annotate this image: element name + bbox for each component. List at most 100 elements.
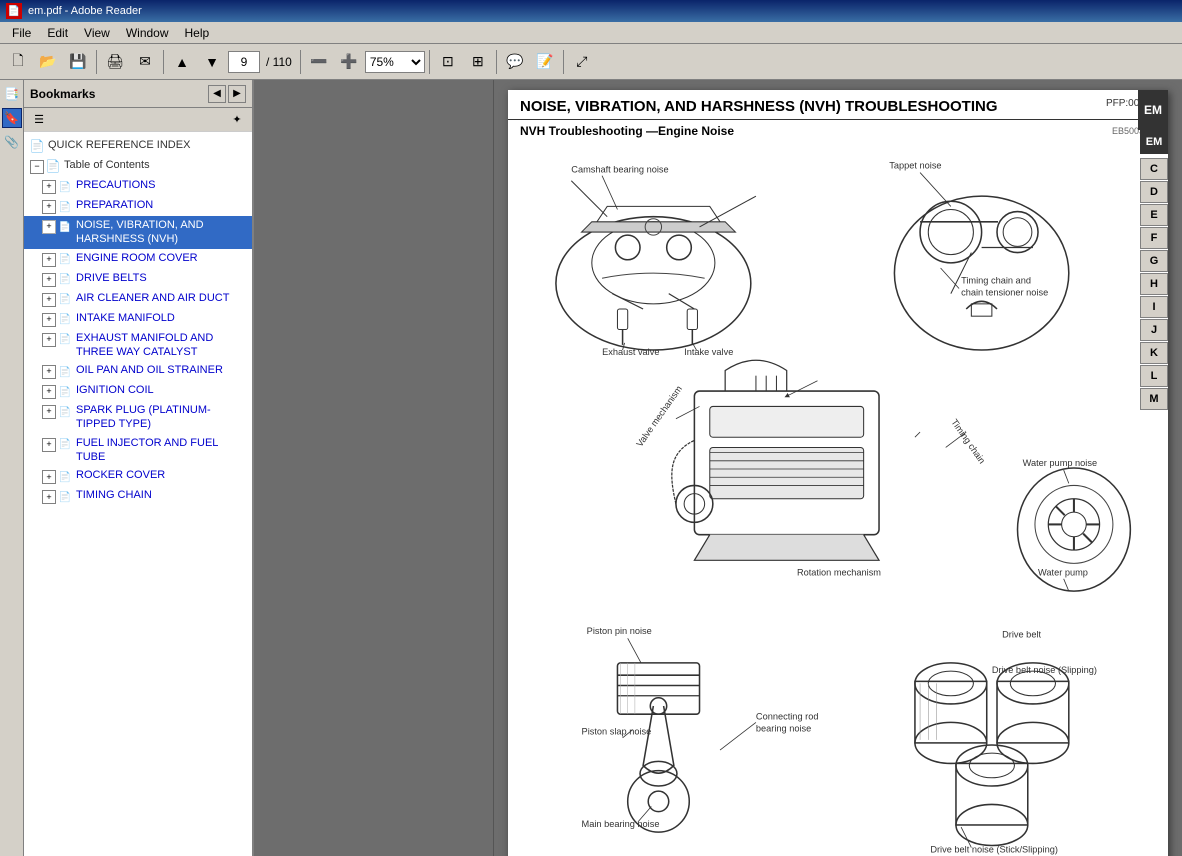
em-section-tab[interactable]: EM — [1138, 90, 1168, 130]
save-button[interactable]: 💾 — [64, 48, 92, 76]
timing-chain-diagram — [894, 196, 1068, 350]
bk-label-intake: INTAKE MANIFOLD — [76, 311, 175, 325]
bk-spark-plug[interactable]: + 📄 SPARK PLUG (PLATINUM-TIPPED TYPE) — [24, 401, 252, 434]
fit-width-button[interactable]: ⊞ — [464, 48, 492, 76]
doc-header: NOISE, VIBRATION, AND HARSHNESS (NVH) TR… — [508, 90, 1168, 120]
bk-expand-toc[interactable]: − — [30, 160, 44, 174]
bk-label-engine-room: ENGINE ROOM COVER — [76, 251, 198, 265]
bookmarks-toggle[interactable]: 📑 — [2, 84, 22, 104]
label-water-pump-noise: Water pump noise — [1023, 458, 1097, 468]
expand-panel-btn[interactable]: ◀ — [208, 85, 226, 103]
bk-icon-quick-ref: 📄 — [30, 140, 44, 154]
bk-expand-rocker-cover[interactable]: + — [42, 470, 56, 484]
zoom-out-button[interactable]: ➖ — [305, 48, 333, 76]
bk-drive-belts[interactable]: + 📄 DRIVE BELTS — [24, 269, 252, 289]
page-number-input[interactable]: 9 — [228, 51, 260, 73]
bk-icon-air-cleaner: 📄 — [58, 293, 72, 307]
bk-expand-air-cleaner[interactable]: + — [42, 293, 56, 307]
bk-expand-nvh[interactable]: + — [42, 220, 56, 234]
sep3 — [300, 50, 301, 74]
label-exhaust-valve: Exhaust valve — [602, 347, 659, 357]
bk-intake[interactable]: + 📄 INTAKE MANIFOLD — [24, 309, 252, 329]
bk-preparation[interactable]: + 📄 PREPARATION — [24, 196, 252, 216]
pages-toggle[interactable]: 🔖 — [2, 108, 22, 128]
bk-rocker-cover[interactable]: + 📄 ROCKER COVER — [24, 466, 252, 486]
piston-diagram — [617, 663, 699, 832]
engine-diagram-container: Camshaft bearing noise Tappet noise Timi… — [508, 142, 1168, 856]
zoom-select[interactable]: 50% 75% 100% 125% 150% — [365, 51, 425, 73]
bk-icon-precautions: 📄 — [58, 180, 72, 194]
center-engine-block — [672, 360, 879, 560]
bk-icon-drive-belts: 📄 — [58, 273, 72, 287]
bk-fuel-injector[interactable]: + 📄 FUEL INJECTOR AND FUEL TUBE — [24, 434, 252, 467]
comment-button[interactable]: 💬 — [501, 48, 529, 76]
bk-options-btn[interactable]: ☰ — [28, 111, 50, 129]
label-drive-belt-noise-stick: Drive belt noise (Stick/Slipping) — [930, 845, 1058, 855]
bk-expand-ignition-coil[interactable]: + — [42, 385, 56, 399]
bk-expand-precautions[interactable]: + — [42, 180, 56, 194]
menu-edit[interactable]: Edit — [39, 24, 76, 42]
menu-window[interactable]: Window — [118, 24, 177, 42]
bk-air-cleaner[interactable]: + 📄 AIR CLEANER AND AIR DUCT — [24, 289, 252, 309]
fit-page-button[interactable]: ⊡ — [434, 48, 462, 76]
fullscreen-button[interactable]: ⤢ — [568, 48, 596, 76]
bk-timing-chain[interactable]: + 📄 TIMING CHAIN — [24, 486, 252, 506]
bk-expand-exhaust[interactable]: + — [42, 333, 56, 347]
bk-toc[interactable]: − 📄 Table of Contents — [24, 156, 252, 176]
open-button[interactable]: 📂 — [34, 48, 62, 76]
sep2 — [163, 50, 164, 74]
new-button[interactable]: 🗋 — [4, 48, 32, 76]
sidebar-icons: 📑 🔖 📎 — [0, 80, 24, 856]
bk-label-exhaust: EXHAUST MANIFOLD AND THREE WAY CATALYST — [76, 331, 248, 360]
print-button[interactable]: 🖨 — [101, 48, 129, 76]
next-page-button[interactable]: ▼ — [198, 48, 226, 76]
bk-expand-timing-chain[interactable]: + — [42, 490, 56, 504]
menu-view[interactable]: View — [76, 24, 118, 42]
bk-engine-room[interactable]: + 📄 ENGINE ROOM COVER — [24, 249, 252, 269]
markup-button[interactable]: 📝 — [531, 48, 559, 76]
label-drive-belt-noise: Drive belt noise (Slipping) — [992, 665, 1097, 675]
bk-icon-intake: 📄 — [58, 313, 72, 327]
bk-quick-ref[interactable]: 📄 QUICK REFERENCE INDEX — [24, 136, 252, 156]
bk-nvh[interactable]: + 📄 NOISE, VIBRATION, AND HARSHNESS (NVH… — [24, 216, 252, 249]
bk-expand-engine-room[interactable]: + — [42, 253, 56, 267]
bk-expand-intake[interactable]: + — [42, 313, 56, 327]
bk-exhaust[interactable]: + 📄 EXHAUST MANIFOLD AND THREE WAY CATAL… — [24, 329, 252, 362]
bookmarks-toolbar: ☰ ✦ — [24, 108, 252, 132]
bk-add-btn[interactable]: ✦ — [226, 111, 248, 129]
menu-help[interactable]: Help — [177, 24, 218, 42]
bk-icon-oil-pan: 📄 — [58, 365, 72, 379]
label-intake-valve: Intake valve — [684, 347, 733, 357]
doc-view[interactable]: EM NOISE, VIBRATION, AND HARSHNESS (NVH)… — [494, 80, 1182, 856]
title-bar: 📄 em.pdf - Adobe Reader — [0, 0, 1182, 22]
bk-icon-fuel-injector: 📄 — [58, 438, 72, 452]
label-drive-belt: Drive belt — [1002, 629, 1041, 639]
bk-expand-spark-plug[interactable]: + — [42, 405, 56, 419]
bk-label-nvh: NOISE, VIBRATION, AND HARSHNESS (NVH) — [76, 218, 248, 247]
bk-oil-pan[interactable]: + 📄 OIL PAN AND OIL STRAINER — [24, 361, 252, 381]
bk-expand-preparation[interactable]: + — [42, 200, 56, 214]
bk-expand-fuel-injector[interactable]: + — [42, 438, 56, 452]
bk-expand-drive-belts[interactable]: + — [42, 273, 56, 287]
bookmarks-controls: ◀ ▶ — [208, 85, 246, 103]
zoom-in-button[interactable]: ➕ — [335, 48, 363, 76]
prev-page-button[interactable]: ▲ — [168, 48, 196, 76]
sep6 — [563, 50, 564, 74]
bk-label-preparation: PREPARATION — [76, 198, 153, 212]
label-camshaft: Camshaft bearing noise — [571, 165, 668, 175]
email-button[interactable]: ✉ — [131, 48, 159, 76]
bk-precautions[interactable]: + 📄 PRECAUTIONS — [24, 176, 252, 196]
bk-label-spark-plug: SPARK PLUG (PLATINUM-TIPPED TYPE) — [76, 403, 248, 432]
label-rotation-mechanism: Rotation mechanism — [797, 568, 881, 578]
bk-ignition-coil[interactable]: + 📄 IGNITION COIL — [24, 381, 252, 401]
label-connecting-rod-noise: Connecting rod — [756, 711, 819, 721]
menu-file[interactable]: File — [4, 24, 39, 42]
toolbar: 🗋 📂 💾 🖨 ✉ ▲ ▼ 9 / 110 ➖ ➕ 50% 75% 100% 1… — [0, 44, 1182, 80]
doc-main-title: NOISE, VIBRATION, AND HARSHNESS (NVH) TR… — [520, 98, 998, 115]
collapse-panel-btn[interactable]: ▶ — [228, 85, 246, 103]
attachments-toggle[interactable]: 📎 — [2, 132, 22, 152]
bk-expand-oil-pan[interactable]: + — [42, 365, 56, 379]
doc-subtitle: NVH Troubleshooting —Engine Noise — [520, 124, 734, 138]
bookmarks-list[interactable]: 📄 QUICK REFERENCE INDEX − 📄 Table of Con… — [24, 132, 252, 856]
bk-icon-preparation: 📄 — [58, 200, 72, 214]
